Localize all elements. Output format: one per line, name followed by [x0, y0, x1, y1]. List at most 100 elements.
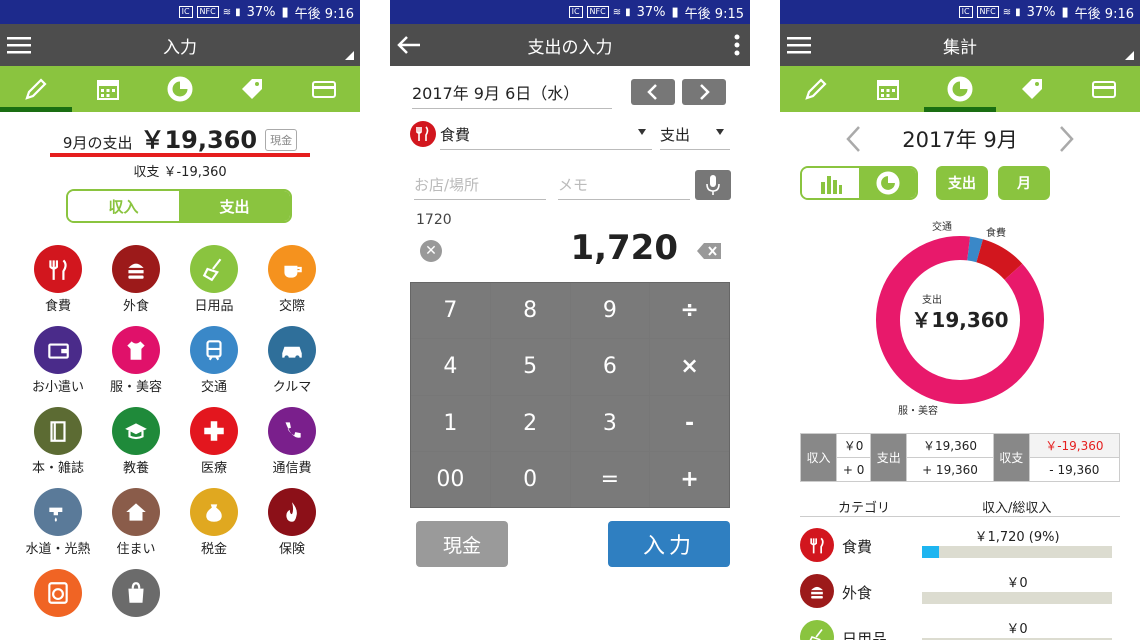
category-button[interactable]: 教養 — [96, 407, 176, 477]
status-bar: IC NFC ≋ ▮ 37% ▮ 午後 9:16 — [0, 0, 360, 24]
category-label: 通信費 — [272, 461, 312, 476]
income-toggle-button[interactable]: 収入 — [68, 191, 179, 221]
keypad-key[interactable]: 9 — [570, 283, 650, 339]
keypad-key[interactable]: 5 — [490, 339, 570, 395]
signal-icon: ▮ — [625, 6, 631, 18]
tab-tags[interactable] — [216, 66, 288, 112]
keypad-key[interactable]: + — [650, 451, 729, 507]
dropdown-caret-icon — [638, 129, 646, 135]
category-label: 税金 — [200, 542, 227, 557]
category-button[interactable]: 水道・光熱 — [18, 488, 98, 558]
broom-icon — [800, 620, 834, 640]
monthly-summary: 9月の支出 ￥19,360 現金 — [0, 120, 360, 155]
cash-badge[interactable]: 現金 — [265, 129, 298, 151]
bar-chart-button[interactable] — [802, 168, 859, 198]
category-button[interactable]: 日用品 — [174, 245, 254, 315]
voice-input-button[interactable] — [695, 170, 731, 200]
tab-card[interactable] — [288, 66, 360, 112]
category-row[interactable]: 外食 ￥0 — [800, 568, 1120, 612]
category-button[interactable]: 食費 — [18, 245, 98, 315]
category-label: 日用品 — [194, 299, 234, 314]
keypad-key[interactable]: - — [650, 395, 729, 451]
keypad-key[interactable]: = — [570, 451, 650, 507]
memo-input-placeholder: メモ — [558, 176, 589, 194]
type-select[interactable]: 支出 — [660, 124, 730, 150]
keypad-key[interactable]: 7 — [411, 283, 490, 339]
category-button[interactable]: 通信費 — [252, 407, 332, 477]
donut-label-clothes: 服・美容 — [898, 404, 938, 417]
enter-button[interactable]: 入力 — [608, 521, 730, 567]
category-row-bar — [922, 546, 1112, 558]
more-options-icon[interactable] — [734, 34, 740, 56]
category-label: 教養 — [122, 461, 149, 476]
clock: 午後 9:16 — [1074, 6, 1134, 22]
category-button[interactable]: 交際 — [252, 245, 332, 315]
category-row[interactable]: 食費 ￥1,720 (9%) — [800, 522, 1120, 566]
category-button[interactable]: 住まい — [96, 488, 176, 558]
category-button[interactable]: 服・美容 — [96, 326, 176, 396]
backspace-icon[interactable] — [696, 242, 722, 260]
keypad-key[interactable]: 0 — [490, 451, 570, 507]
memo-input[interactable]: メモ — [558, 174, 690, 200]
tab-calendar[interactable] — [852, 66, 924, 112]
next-month-icon[interactable] — [1056, 124, 1076, 154]
pencil-icon — [25, 78, 47, 100]
keypad-key[interactable]: 1 — [411, 395, 490, 451]
category-button[interactable]: クルマ — [252, 326, 332, 396]
back-arrow-icon[interactable] — [396, 33, 422, 57]
tag-icon — [1022, 79, 1042, 99]
donut-chart: 支出 ￥19,360 交通 食費 服・美容 — [876, 220, 1044, 417]
category-button[interactable]: 外食 — [96, 245, 176, 315]
category-button[interactable]: 税金 — [174, 488, 254, 558]
tab-card[interactable] — [1068, 66, 1140, 112]
status-icons: IC NFC ≋ ▮ — [568, 6, 631, 18]
clear-icon[interactable]: ✕ — [420, 240, 442, 262]
wifi-icon: ≋ — [612, 6, 622, 18]
category-button[interactable]: 本・雑誌 — [18, 407, 98, 477]
keypad-key[interactable]: 8 — [490, 283, 570, 339]
cash-button[interactable]: 現金 — [416, 521, 508, 567]
prev-date-button[interactable] — [631, 79, 675, 105]
donut-center-amount: ￥19,360 — [911, 308, 1008, 332]
expense-filter-button[interactable]: 支出 — [936, 166, 988, 200]
income-expense-toggle: 収入 支出 — [66, 189, 292, 223]
next-date-button[interactable] — [682, 79, 726, 105]
tab-input[interactable] — [0, 66, 72, 112]
category-select-value: 食費 — [440, 126, 471, 144]
keypad-key[interactable]: 6 — [570, 339, 650, 395]
keypad-key[interactable]: 4 — [411, 339, 490, 395]
medical-cross-icon — [190, 407, 238, 455]
keypad-key[interactable]: 00 — [411, 451, 490, 507]
category-button[interactable]: 保険 — [252, 488, 332, 558]
month-filter-button[interactable]: 月 — [998, 166, 1050, 200]
battery-level: 37% — [1026, 4, 1056, 20]
menu-icon[interactable] — [786, 33, 812, 57]
tab-summary[interactable] — [924, 66, 996, 112]
keypad-key[interactable]: × — [650, 339, 729, 395]
tab-tags[interactable] — [996, 66, 1068, 112]
category-button[interactable]: お小遣い — [18, 326, 98, 396]
tab-calendar[interactable] — [72, 66, 144, 112]
credit-card-icon — [312, 81, 336, 98]
flame-icon — [268, 488, 316, 536]
date-field[interactable]: 2017年 9月 6日（水） — [412, 80, 612, 109]
keypad-key[interactable]: 2 — [490, 395, 570, 451]
expense-toggle-button[interactable]: 支出 — [179, 191, 290, 221]
category-row-name: 食費 — [842, 538, 873, 556]
shop-input[interactable]: お店/場所 — [414, 174, 546, 200]
pie-chart-button[interactable] — [859, 168, 916, 198]
expense-value: ￥19,360 — [906, 433, 994, 458]
category-button[interactable] — [96, 569, 176, 623]
keypad-key[interactable]: ÷ — [650, 283, 729, 339]
category-button[interactable] — [18, 569, 98, 623]
train-icon — [190, 326, 238, 374]
keypad-key[interactable]: 3 — [570, 395, 650, 451]
tab-input[interactable] — [780, 66, 852, 112]
tab-summary[interactable] — [144, 66, 216, 112]
category-select[interactable]: 食費 — [440, 124, 652, 150]
category-button[interactable]: 医療 — [174, 407, 254, 477]
money-bag-icon — [190, 488, 238, 536]
category-button[interactable]: 交通 — [174, 326, 254, 396]
menu-icon[interactable] — [6, 33, 32, 57]
category-row[interactable]: 日用品 ￥0 — [800, 614, 1120, 640]
